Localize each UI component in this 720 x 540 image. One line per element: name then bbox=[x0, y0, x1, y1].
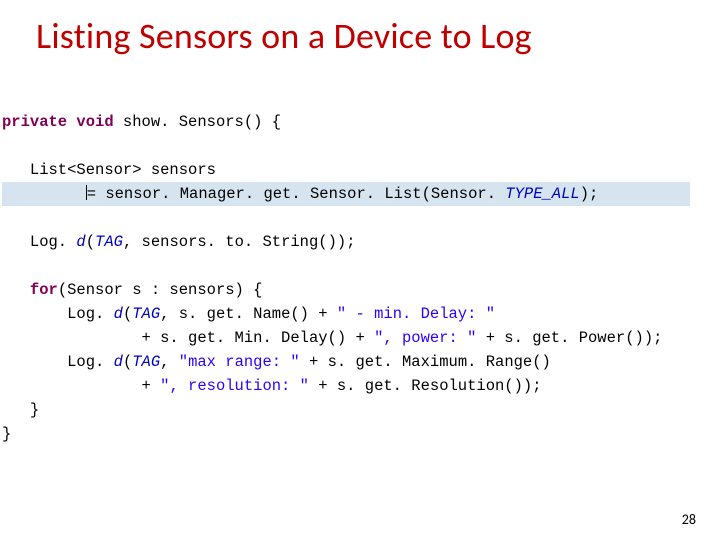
rest: (Sensor s : sensors) { bbox=[58, 281, 263, 299]
constant: TYPE_ALL bbox=[505, 185, 579, 203]
call: Log. bbox=[30, 305, 114, 323]
code-line: + s. get. Min. Delay() + ", power: " + s… bbox=[2, 329, 662, 347]
identifier: sensors bbox=[142, 161, 216, 179]
string: ", resolution: " bbox=[160, 377, 309, 395]
code-block: private void show. Sensors() { List<Sens… bbox=[2, 86, 690, 470]
code-line: Log. d(TAG, s. get. Name() + " - min. De… bbox=[2, 305, 495, 323]
assign: = bbox=[87, 185, 106, 203]
constant: TAG bbox=[132, 305, 160, 323]
method: d bbox=[114, 353, 123, 371]
method: d bbox=[76, 233, 85, 251]
code-line: for(Sensor s : sensors) { bbox=[2, 281, 262, 299]
mid: , bbox=[160, 353, 179, 371]
punct: ( bbox=[123, 305, 132, 323]
code-line: Log. d(TAG, sensors. to. String()); bbox=[2, 233, 356, 251]
call: sensor. Manager. get. Sensor. List(Senso… bbox=[105, 185, 505, 203]
slide-title: Listing Sensors on a Device to Log bbox=[36, 14, 690, 58]
rest: + s. get. Maximum. Range() bbox=[300, 353, 551, 371]
code-line: private void show. Sensors() { bbox=[2, 113, 281, 131]
brace: } bbox=[30, 401, 39, 419]
pre: + bbox=[30, 377, 160, 395]
code-line: List<Sensor> sensors bbox=[2, 161, 216, 179]
call: Log. bbox=[30, 233, 77, 251]
punct: ( bbox=[123, 353, 132, 371]
method: d bbox=[114, 305, 123, 323]
rest: + s. get. Resolution()); bbox=[309, 377, 542, 395]
constant: TAG bbox=[132, 353, 160, 371]
keyword: private void bbox=[2, 113, 114, 131]
highlighted-line: = sensor. Manager. get. Sensor. List(Sen… bbox=[2, 182, 690, 206]
constant: TAG bbox=[95, 233, 123, 251]
identifier: show. Sensors() { bbox=[114, 113, 281, 131]
slide: Listing Sensors on a Device to Log priva… bbox=[0, 0, 720, 540]
keyword: for bbox=[30, 281, 58, 299]
page-number: 28 bbox=[682, 511, 696, 528]
mid: , s. get. Name() + bbox=[160, 305, 337, 323]
code-line: } bbox=[2, 425, 11, 443]
type: List<Sensor> bbox=[30, 161, 142, 179]
string: "max range: " bbox=[179, 353, 300, 371]
brace: } bbox=[2, 425, 11, 443]
code-line: + ", resolution: " + s. get. Resolution(… bbox=[2, 377, 542, 395]
string: ", power: " bbox=[374, 329, 476, 347]
punct: ); bbox=[580, 185, 599, 203]
pre: + s. get. Min. Delay() + bbox=[30, 329, 374, 347]
code-line: } bbox=[2, 401, 39, 419]
punct: ( bbox=[86, 233, 95, 251]
rest: , sensors. to. String()); bbox=[123, 233, 356, 251]
string: " - min. Delay: " bbox=[337, 305, 495, 323]
code-line: Log. d(TAG, "max range: " + s. get. Maxi… bbox=[2, 353, 551, 371]
rest: + s. get. Power()); bbox=[476, 329, 662, 347]
call: Log. bbox=[30, 353, 114, 371]
